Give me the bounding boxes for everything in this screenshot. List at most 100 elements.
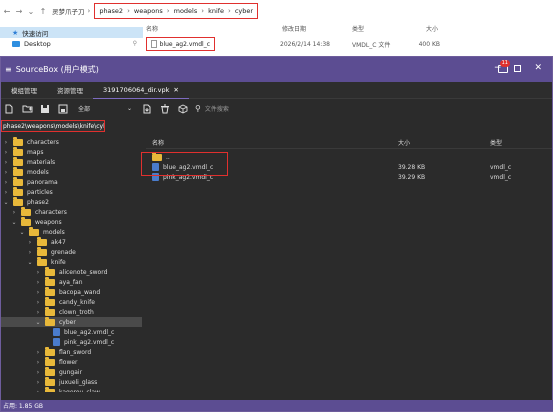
chevron-right-icon[interactable]: › [27, 249, 33, 256]
tree-item[interactable]: › aya_fan [1, 277, 142, 287]
chevron-right-icon[interactable]: › [27, 239, 33, 246]
desktop-icon [12, 40, 20, 47]
tree-item[interactable]: › grenade [1, 247, 142, 257]
crumb-cyber[interactable]: cyber [235, 7, 253, 15]
explorer-file-row[interactable]: blue_ag2.vmdl_c 2026/2/14 14:38 VMDL_C 文… [146, 37, 440, 51]
tree-item[interactable]: › characters [1, 137, 142, 147]
tree-item[interactable]: › clown_troth [1, 307, 142, 317]
chevron-right-icon[interactable]: › [3, 189, 9, 196]
tree-item[interactable]: › maps [1, 147, 142, 157]
tab-resource-management[interactable]: 资源管理 [47, 82, 93, 99]
tree-item[interactable]: › kagerou_claw [1, 387, 142, 392]
filter-select-value: 全部 [78, 106, 91, 113]
chevron-right-icon[interactable]: › [35, 369, 41, 376]
tab-vpk-file[interactable]: 3191706064_dir.vpk ✕ [93, 82, 189, 99]
crumb-root-label: 灵梦爪子刀 [52, 8, 85, 16]
chevron-down-icon[interactable]: ⌄ [3, 199, 9, 206]
close-button[interactable]: ✕ [534, 63, 542, 73]
folder-icon [29, 227, 39, 236]
tree-item[interactable]: › flower [1, 357, 142, 367]
chevron-right-icon[interactable]: › [3, 169, 9, 176]
col-header-name[interactable]: 名称 [146, 138, 398, 147]
folder-icon [13, 137, 23, 146]
chevron-right-icon[interactable]: › [35, 269, 41, 276]
crumb-weapons[interactable]: weapons [134, 7, 163, 15]
tab-mod-management[interactable]: 模组管理 [1, 82, 47, 99]
tree-item[interactable]: › panorama [1, 177, 142, 187]
crumb-knife[interactable]: knife [208, 7, 224, 15]
tree-item[interactable]: › models [1, 167, 142, 177]
forward-button[interactable]: → [14, 7, 24, 16]
chevron-down-icon[interactable]: ⌄ [19, 229, 25, 236]
tree-item[interactable]: blue_ag2.vmdl_c [1, 327, 142, 337]
chevron-right-icon[interactable]: › [35, 359, 41, 366]
close-tab-icon[interactable]: ✕ [173, 86, 178, 94]
crumb-phase2[interactable]: phase2 [99, 7, 123, 15]
tree-item[interactable]: › bacopa_wand [1, 287, 142, 297]
filter-select[interactable]: 全部 ⌄ [75, 103, 135, 115]
open-file-button[interactable] [3, 103, 15, 115]
tree-item[interactable]: ⌄ models [1, 227, 142, 237]
back-button[interactable]: ← [2, 7, 12, 16]
tree-item[interactable]: › particles [1, 187, 142, 197]
menu-icon[interactable]: ≡ [5, 65, 12, 74]
cube-icon [178, 103, 188, 114]
maximize-button[interactable] [514, 64, 522, 72]
save-all-button[interactable] [57, 103, 69, 115]
col-header-type[interactable]: 类型 [490, 138, 540, 147]
breadcrumb-root[interactable]: 灵梦爪子刀 › [52, 6, 90, 16]
recent-locations-button[interactable]: ⌄ [26, 7, 36, 16]
tree-item-label: particles [27, 188, 53, 196]
model-viewer-button[interactable] [177, 103, 189, 115]
file-search[interactable]: ⚲ 文件搜索 [195, 104, 229, 113]
col-type[interactable]: 类型 [352, 24, 426, 33]
crumb-models[interactable]: models [174, 7, 198, 15]
path-field[interactable]: phase2\weapons\models\knife\cyber [1, 120, 105, 132]
minimize-button[interactable]: − [494, 63, 502, 73]
tree-item[interactable]: › flan_sword [1, 347, 142, 357]
tree-item-label: flan_sword [59, 348, 92, 356]
export-button[interactable] [141, 103, 153, 115]
folder-icon [37, 257, 47, 266]
save-button[interactable] [39, 103, 51, 115]
chevron-down-icon[interactable]: ⌄ [35, 319, 41, 326]
tree-item[interactable]: › materials [1, 157, 142, 167]
col-date[interactable]: 修改日期 [282, 24, 352, 33]
chevron-right-icon[interactable]: › [35, 309, 41, 316]
chevron-right-icon[interactable]: › [35, 299, 41, 306]
folder-icon [45, 357, 55, 366]
delete-button[interactable] [159, 103, 171, 115]
chevron-down-icon[interactable]: ⌄ [11, 219, 17, 226]
tree-item[interactable]: ⌄ weapons [1, 217, 142, 227]
chevron-right-icon[interactable]: › [3, 149, 9, 156]
tree-item[interactable]: › alicenote_sword [1, 267, 142, 277]
tree-item[interactable]: › characters [1, 207, 142, 217]
tree-item[interactable]: › ak47 [1, 237, 142, 247]
tree-item[interactable]: ⌄ knife [1, 257, 142, 267]
col-header-size[interactable]: 大小 [398, 138, 490, 147]
chevron-right-icon[interactable]: › [3, 139, 9, 146]
tree-item[interactable]: ⌄ phase2 [1, 197, 142, 207]
chevron-right-icon[interactable]: › [35, 379, 41, 386]
tree-item[interactable]: › juxueli_glass [1, 377, 142, 387]
up-button[interactable]: ↑ [38, 7, 48, 16]
chevron-down-icon[interactable]: ⌄ [27, 259, 33, 266]
tree-item[interactable]: ⌄ cyber [1, 317, 142, 327]
chevron-right-icon[interactable]: › [3, 159, 9, 166]
tree-item[interactable]: › gungair [1, 367, 142, 377]
col-name[interactable]: 名称 [146, 24, 282, 33]
chevron-right-icon[interactable]: › [3, 179, 9, 186]
sidebar-item-quick-access[interactable]: ★ 快速访问 [0, 27, 143, 38]
tree-item[interactable]: pink_ag2.vmdl_c [1, 337, 142, 347]
chevron-right-icon[interactable]: › [35, 349, 41, 356]
chevron-right-icon[interactable]: › [35, 289, 41, 296]
chevron-right-icon[interactable]: › [35, 279, 41, 286]
chevron-right-icon[interactable]: › [35, 389, 41, 393]
col-size[interactable]: 大小 [426, 24, 466, 33]
sidebar-item-desktop[interactable]: Desktop ⚲ [0, 38, 143, 49]
add-folder-button[interactable] [21, 103, 33, 115]
chevron-right-icon[interactable]: › [11, 209, 17, 216]
explorer-file-name[interactable]: blue_ag2.vmdl_c [146, 37, 215, 51]
add-folder-icon [22, 105, 32, 112]
tree-item[interactable]: › candy_knife [1, 297, 142, 307]
